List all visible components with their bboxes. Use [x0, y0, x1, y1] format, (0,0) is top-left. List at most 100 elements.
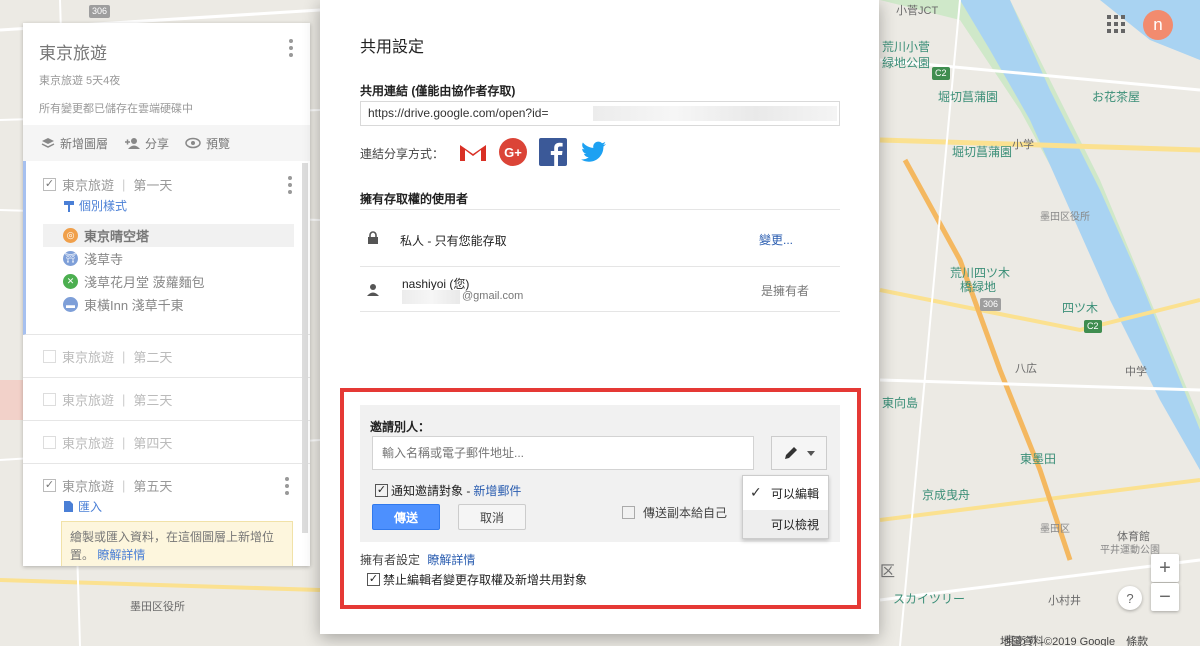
layer-checkbox[interactable] — [43, 349, 56, 363]
map-description[interactable]: 東京旅遊 5天4夜 — [39, 72, 294, 88]
map-label: 墨田区役所 — [1040, 212, 1090, 223]
lock-icon — [368, 231, 378, 244]
zoom-out-button[interactable]: − — [1151, 583, 1179, 611]
layer-day[interactable]: 第五天 — [133, 476, 172, 495]
redacted-email — [402, 290, 460, 304]
share-link-value: https://drive.google.com/open?id= — [368, 106, 549, 120]
dialog-title: 共用設定 — [360, 39, 425, 56]
separator: | — [122, 176, 126, 192]
individual-style-link[interactable]: 個別樣式 — [63, 197, 294, 214]
learn-more-link[interactable]: 瞭解詳情 — [427, 553, 475, 567]
facebook-icon[interactable] — [538, 137, 568, 167]
map-label: 小学 — [1012, 139, 1034, 151]
apps-grid-icon[interactable] — [1107, 15, 1125, 33]
layer-day[interactable]: 第一天 — [133, 175, 172, 194]
pencil-icon — [785, 447, 797, 459]
restrict-checkbox[interactable]: ✓ — [367, 573, 380, 586]
layer-day-3[interactable]: 東京旅遊 | 第三天 — [23, 378, 310, 421]
zoom-in-button[interactable]: + — [1151, 554, 1179, 582]
redacted-id — [593, 106, 837, 121]
map-label: 小菅JCT — [896, 5, 939, 17]
invite-input[interactable] — [372, 436, 754, 470]
preview-button[interactable]: 預覽 — [185, 135, 230, 152]
cancel-button[interactable]: 取消 — [458, 504, 526, 530]
map-label: 四ツ木 — [1062, 301, 1099, 315]
more-options-icon[interactable] — [289, 39, 293, 60]
map-label: お花茶屋 — [1092, 90, 1141, 104]
layer-checkbox[interactable] — [43, 435, 56, 449]
layer-day-4[interactable]: 東京旅遊 | 第四天 — [23, 421, 310, 464]
person-icon — [367, 284, 379, 296]
permission-dropdown[interactable] — [771, 436, 827, 470]
layer-checkbox[interactable]: ✓ — [43, 478, 56, 492]
add-layer-button[interactable]: 新增圖層 — [41, 135, 108, 152]
layer-day[interactable]: 第四天 — [133, 433, 172, 452]
owner-settings: 擁有者設定 瞭解詳情 — [360, 551, 475, 568]
learn-more-link[interactable]: 瞭解詳情 — [97, 548, 145, 562]
place-item[interactable]: ✕ 淺草花月堂 菠蘿麵包 — [43, 270, 294, 293]
copy-self-row: 傳送副本給自己 — [622, 504, 727, 521]
share-label: 分享 — [145, 136, 170, 151]
chevron-down-icon — [807, 450, 815, 456]
copy-self-checkbox[interactable] — [622, 506, 635, 519]
place-name: 淺草花月堂 菠蘿麵包 — [84, 275, 205, 290]
map-label: 墨田区役所 — [130, 601, 185, 613]
permission-menu: ✓ 可以編輯 可以檢視 — [742, 475, 829, 539]
layer-title: ✓ 東京旅遊 | 第五天 — [43, 472, 294, 498]
owner-role: 是擁有者 — [761, 284, 810, 298]
layer-name[interactable]: 東京旅遊 — [62, 390, 114, 409]
perm-option-edit[interactable]: ✓ 可以編輯 — [743, 479, 828, 507]
new-mail-link[interactable]: 新增郵件 — [473, 482, 521, 499]
change-access-link[interactable]: 變更... — [759, 231, 793, 248]
map-title[interactable]: 東京旅遊 — [39, 39, 294, 64]
separator: | — [122, 348, 126, 364]
place-item[interactable]: ▬ 東橫Inn 淺草千東 — [43, 293, 294, 316]
layer-options-icon[interactable] — [288, 176, 292, 197]
google-plus-icon[interactable]: G+ — [498, 137, 528, 167]
add-person-icon — [125, 138, 141, 149]
map-label: 堀切菖蒲園 — [938, 90, 999, 104]
place-item[interactable]: ◎ 東京晴空塔 — [43, 224, 294, 247]
temple-icon: ⛩ — [63, 251, 78, 266]
layer-day-2[interactable]: 東京旅遊 | 第二天 — [23, 335, 310, 378]
layer-name[interactable]: 東京旅遊 — [62, 347, 114, 366]
perm-option-label: 可以編輯 — [771, 486, 820, 501]
import-link[interactable]: 匯入 — [63, 498, 294, 515]
layer-day-1[interactable]: ✓ 東京旅遊 | 第一天 個別樣式 ◎ 東京晴空塔 ⛩ 淺草寺 ✕ 淺草花月堂 … — [23, 161, 310, 335]
layer-name[interactable]: 東京旅遊 — [62, 175, 114, 194]
style-label: 個別樣式 — [79, 199, 128, 213]
layer-checkbox[interactable]: ✓ — [43, 177, 56, 191]
layers-icon — [41, 138, 55, 148]
send-button[interactable]: 傳送 — [372, 504, 440, 530]
place-item[interactable]: ⛩ 淺草寺 — [43, 247, 294, 270]
share-link-field[interactable]: https://drive.google.com/open?id= — [360, 101, 840, 126]
restrict-label: 禁止編輯者變更存取權及新增共用對象 — [383, 573, 588, 587]
perm-option-view[interactable]: 可以檢視 — [743, 510, 828, 538]
gmail-icon[interactable] — [458, 137, 488, 167]
notify-label: 通知邀請對象 - — [391, 484, 471, 498]
add-layer-label: 新增圖層 — [60, 136, 109, 151]
twitter-icon[interactable] — [578, 137, 608, 167]
layer-name[interactable]: 東京旅遊 — [62, 476, 114, 495]
layer-name[interactable]: 東京旅遊 — [62, 433, 114, 452]
owner-settings-label: 擁有者設定 — [360, 553, 421, 567]
map-attribution[interactable]: 地圖資料©2019 Google 條款 — [1000, 633, 1148, 646]
layer-checkbox[interactable] — [43, 392, 56, 406]
map-label: 東向島 — [882, 396, 919, 410]
layer-options-icon[interactable] — [285, 477, 289, 498]
panel-scrollbar[interactable] — [302, 163, 308, 533]
layer-day[interactable]: 第二天 — [133, 347, 172, 366]
notify-row: ✓ 通知邀請對象 - 新增郵件 — [375, 482, 521, 499]
account-avatar[interactable]: n — [1143, 10, 1173, 40]
share-button[interactable]: 分享 — [124, 135, 169, 152]
check-icon: ✓ — [750, 484, 762, 500]
map-label: 京成曳舟 — [922, 488, 971, 502]
notify-checkbox[interactable]: ✓ — [375, 484, 388, 497]
map-label: 墨田区 — [1040, 524, 1070, 535]
eye-icon — [185, 137, 201, 149]
help-button[interactable]: ? — [1118, 586, 1142, 610]
restaurant-icon: ✕ — [63, 274, 78, 289]
route-shield: 306 — [89, 5, 111, 18]
layer-day-5[interactable]: ✓ 東京旅遊 | 第五天 匯入 — [23, 464, 310, 515]
layer-day[interactable]: 第三天 — [133, 390, 172, 409]
